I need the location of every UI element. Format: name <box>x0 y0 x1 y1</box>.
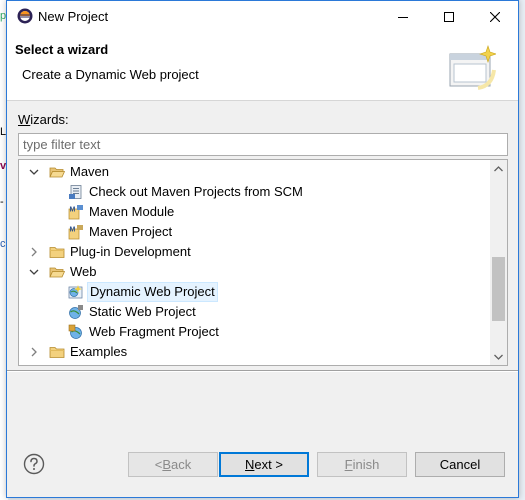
help-icon[interactable] <box>23 453 45 475</box>
wizards-label: Wizards: <box>18 112 69 127</box>
tree-item[interactable]: M Maven Module <box>19 202 489 222</box>
new-wizard-banner-icon <box>449 45 496 90</box>
back-button-prefix: < <box>154 457 163 472</box>
chevron-right-icon[interactable] <box>29 247 39 257</box>
tree-vertical-scrollbar[interactable] <box>490 160 507 365</box>
new-project-dialog: New Project Select a wizard Create a Dyn… <box>6 0 519 498</box>
tree-item-label: Maven <box>70 164 110 179</box>
maven-project-icon: M <box>68 225 83 240</box>
back-button-label: ack <box>171 457 192 472</box>
chevron-down-icon[interactable] <box>29 267 39 277</box>
chevron-right-icon[interactable] <box>29 347 39 357</box>
scroll-thumb[interactable] <box>492 257 505 322</box>
banner-description: Create a Dynamic Web project <box>22 67 199 82</box>
finish-button-label: inish <box>352 457 380 472</box>
maximize-button[interactable] <box>426 1 472 32</box>
tree-item[interactable]: Web Fragment Project <box>19 322 489 342</box>
wizards-label-mnemonic: W <box>18 112 31 127</box>
svg-text:M: M <box>70 207 76 214</box>
tree-category[interactable]: Web <box>19 262 489 282</box>
tree-item[interactable]: M Maven Project <box>19 222 489 242</box>
folder-closed-icon <box>49 247 65 258</box>
maven-module-icon: M <box>68 205 83 220</box>
tree-item-label: Static Web Project <box>89 304 196 319</box>
folder-closed-icon <box>49 347 65 358</box>
minimize-icon <box>398 16 408 18</box>
tree-category[interactable]: Examples <box>19 342 489 362</box>
svg-text:M: M <box>70 227 76 234</box>
finish-button[interactable]: Finish <box>317 452 407 477</box>
tree-item-label: Check out Maven Projects from SCM <box>89 184 303 199</box>
static-web-project-icon <box>69 305 83 319</box>
tree-item-label: Dynamic Web Project <box>87 282 218 302</box>
back-button[interactable]: < Back <box>128 452 218 477</box>
tree-item-label: Maven Project <box>89 224 173 239</box>
wizard-tree[interactable]: Maven Check out Maven Projects from SCM M M… <box>18 159 508 366</box>
close-icon <box>490 11 500 22</box>
next-button-label: ext > <box>254 457 283 472</box>
web-fragment-project-icon <box>68 324 82 339</box>
dynamic-web-project-icon <box>68 285 83 299</box>
tree-item[interactable]: Check out Maven Projects from SCM <box>19 182 489 202</box>
finish-button-mnemonic: F <box>344 457 353 472</box>
tree-item[interactable]: Dynamic Web Project <box>19 282 489 302</box>
scroll-down-button[interactable] <box>490 348 507 365</box>
wizards-label-text: izards: <box>30 112 69 127</box>
close-button[interactable] <box>472 1 518 32</box>
maven-checkout-icon <box>69 185 82 199</box>
folder-open-icon <box>49 267 65 278</box>
tree-item-label: Examples <box>70 344 128 359</box>
chevron-up-icon <box>494 165 503 171</box>
back-button-mnemonic: B <box>162 457 172 472</box>
chevron-down-icon[interactable] <box>29 167 39 177</box>
tree-item[interactable]: Static Web Project <box>19 302 489 322</box>
tree-item-label: Web Fragment Project <box>89 324 219 339</box>
cancel-button[interactable]: Cancel <box>415 452 505 477</box>
scroll-up-button[interactable] <box>490 160 507 177</box>
separator-highlight <box>7 371 518 372</box>
tree-category[interactable]: Maven <box>19 162 489 182</box>
eclipse-icon <box>17 8 33 24</box>
folder-open-icon <box>49 167 65 178</box>
banner-title: Select a wizard <box>15 42 109 57</box>
maximize-icon <box>444 11 454 22</box>
filter-input[interactable] <box>18 133 508 156</box>
title-bar[interactable]: New Project <box>7 1 518 32</box>
next-button-mnemonic: N <box>245 457 255 472</box>
tree-item-label: Web <box>70 264 97 279</box>
next-button[interactable]: Next > <box>219 452 309 477</box>
tree-item-label: Plug-in Development <box>70 244 191 259</box>
window-title: New Project <box>38 9 109 24</box>
tree-item-label: Maven Module <box>89 204 175 219</box>
minimize-button[interactable] <box>380 1 426 32</box>
tree-category[interactable]: Plug-in Development <box>19 242 489 262</box>
wizard-banner: Select a wizard Create a Dynamic Web pro… <box>7 32 518 101</box>
chevron-down-icon <box>494 354 503 360</box>
